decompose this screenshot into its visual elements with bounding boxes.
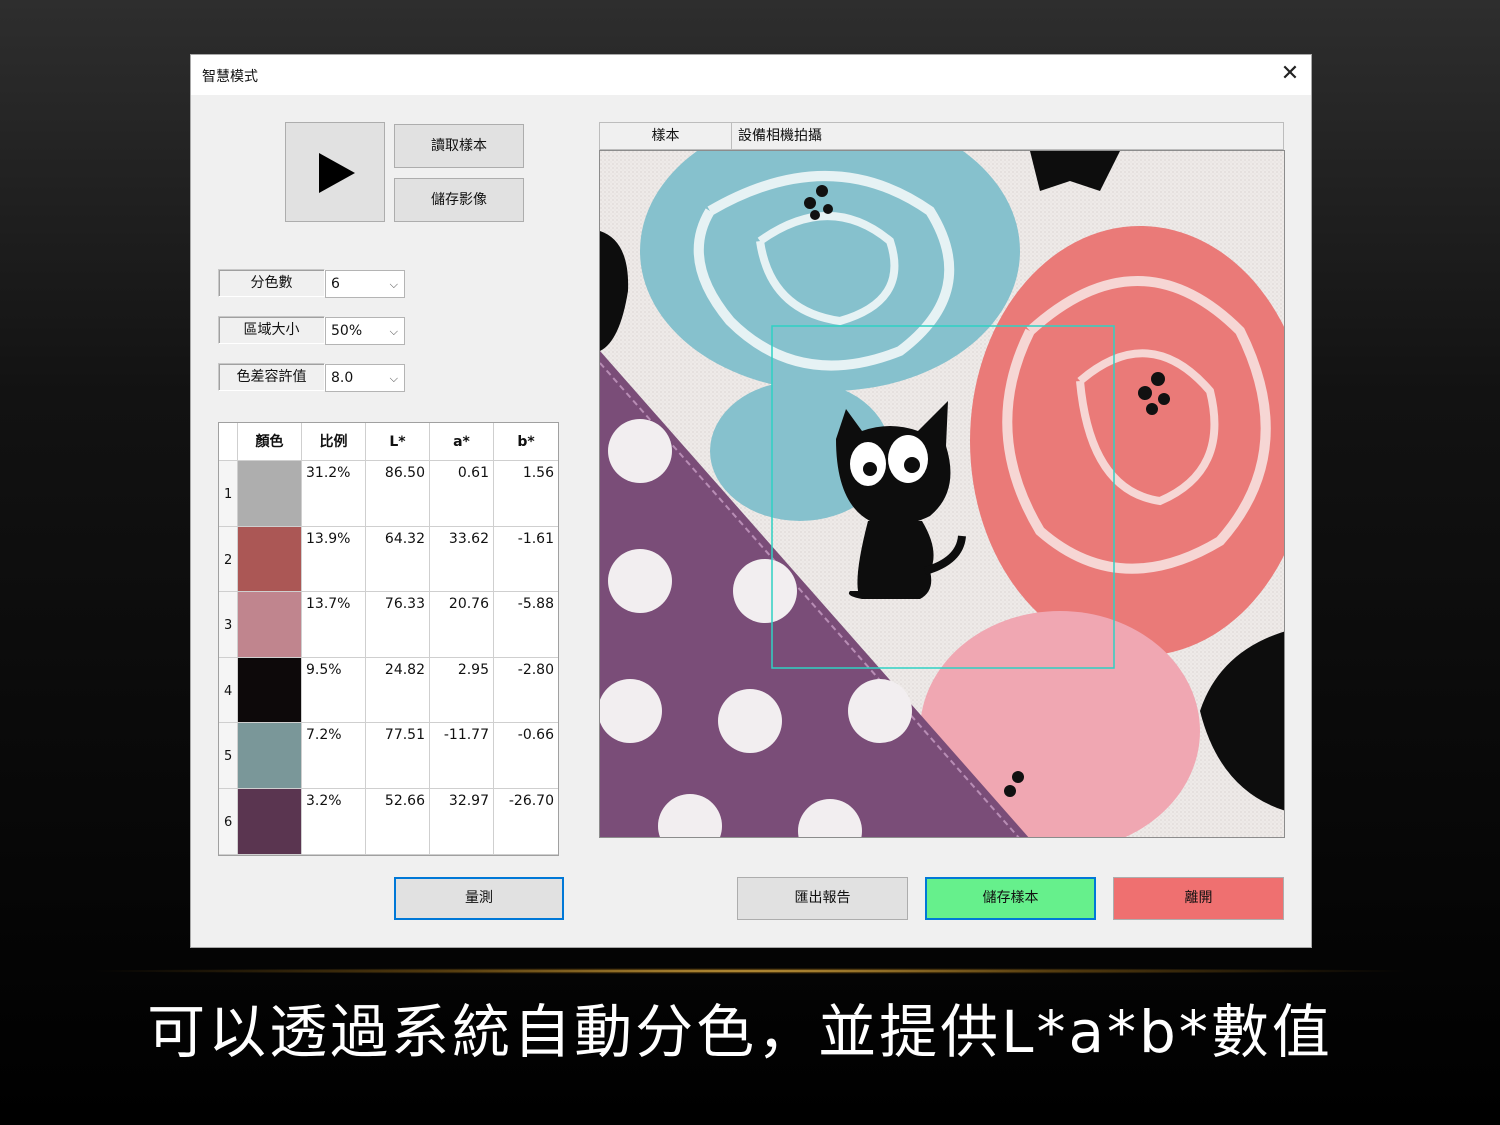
row-number: 2 — [219, 526, 238, 593]
ratio-cell: 9.5% — [302, 657, 366, 724]
ratio-cell: 13.9% — [302, 526, 366, 593]
save-image-button[interactable]: 儲存影像 — [394, 178, 524, 222]
l-value-cell: 77.51 — [366, 723, 430, 789]
measure-button[interactable]: 量測 — [394, 877, 564, 920]
a-value-cell: -11.77 — [430, 723, 494, 789]
save-sample-button[interactable]: 儲存樣本 — [925, 877, 1096, 920]
ratio-cell: 3.2% — [302, 789, 366, 855]
row-number: 5 — [219, 723, 238, 789]
slide-caption: 可以透過系統自動分色，並提供L*a*b*數值 — [147, 998, 1333, 1066]
title-bar: 智慧模式 ✕ — [191, 55, 1311, 95]
tolerance-value: 8.0 — [331, 370, 354, 386]
b-value-cell: -5.88 — [494, 592, 558, 658]
color-swatch — [238, 526, 302, 593]
column-header-b: b* — [494, 423, 558, 461]
a-value-cell: 20.76 — [430, 592, 494, 658]
chevron-down-icon: ⌵ — [389, 325, 398, 338]
color-swatch — [238, 461, 302, 527]
b-value-cell: -0.66 — [494, 723, 558, 789]
row-number: 1 — [219, 461, 238, 527]
column-header-l: L* — [366, 423, 430, 461]
l-value-cell: 52.66 — [366, 789, 430, 855]
color-swatch — [238, 789, 302, 855]
a-value-cell: 0.61 — [430, 461, 494, 527]
b-value-cell: -1.61 — [494, 527, 558, 593]
corner-header — [219, 423, 238, 461]
view-tabs: 樣本 設備相機拍攝 — [599, 122, 1284, 150]
color-swatch — [238, 723, 302, 789]
column-header-a: a* — [430, 423, 494, 461]
column-header-color: 顏色 — [238, 423, 302, 461]
ratio-cell: 31.2% — [302, 461, 366, 527]
play-button[interactable] — [285, 122, 385, 222]
ratio-cell: 7.2% — [302, 723, 366, 789]
tolerance-label: 色差容許值 — [218, 363, 325, 391]
play-icon — [319, 153, 355, 193]
a-value-cell: 33.62 — [430, 526, 494, 593]
fabric-image — [600, 151, 1284, 837]
a-value-cell: 32.97 — [430, 789, 494, 855]
chevron-down-icon: ⌵ — [389, 372, 398, 385]
color-count-select[interactable]: 6 ⌵ — [325, 270, 405, 298]
l-value-cell: 86.50 — [366, 461, 430, 527]
l-value-cell: 76.33 — [366, 592, 430, 658]
l-value-cell: 64.32 — [366, 526, 430, 593]
color-swatch — [238, 592, 302, 658]
column-header-ratio: 比例 — [302, 423, 366, 461]
camera-image — [599, 150, 1285, 838]
region-size-label: 區域大小 — [218, 316, 325, 344]
window-title: 智慧模式 — [202, 69, 258, 85]
b-value-cell: 1.56 — [494, 461, 558, 527]
color-count-value: 6 — [331, 276, 340, 292]
row-number: 4 — [219, 657, 238, 724]
close-button[interactable]: ✕ — [1277, 61, 1303, 87]
row-number: 6 — [219, 789, 238, 855]
a-value-cell: 2.95 — [430, 657, 494, 724]
row-number: 3 — [219, 592, 238, 658]
region-size-value: 50% — [331, 323, 363, 339]
smart-mode-dialog: 智慧模式 ✕ 讀取樣本 儲存影像 分色數 6 ⌵ 區域大小 50% ⌵ 色差容許… — [190, 54, 1312, 948]
l-value-cell: 24.82 — [366, 657, 430, 724]
region-size-select[interactable]: 50% ⌵ — [325, 317, 405, 345]
load-sample-button[interactable]: 讀取樣本 — [394, 124, 524, 168]
color-table: 顏色 比例 L* a* b* 1 31.2% 86.50 0.61 1.56 2 13.9%… — [218, 422, 559, 856]
b-value-cell: -26.70 — [494, 789, 558, 855]
exit-button[interactable]: 離開 — [1113, 877, 1284, 920]
tolerance-select[interactable]: 8.0 ⌵ — [325, 364, 405, 392]
tab-camera[interactable]: 設備相機拍攝 — [738, 123, 938, 149]
color-swatch — [238, 657, 302, 724]
chevron-down-icon: ⌵ — [389, 278, 398, 291]
tab-sample[interactable]: 樣本 — [600, 123, 732, 149]
export-report-button[interactable]: 匯出報告 — [737, 877, 908, 920]
color-count-label: 分色數 — [218, 269, 325, 297]
ratio-cell: 13.7% — [302, 592, 366, 658]
b-value-cell: -2.80 — [494, 658, 558, 724]
divider-glow — [80, 968, 1420, 974]
